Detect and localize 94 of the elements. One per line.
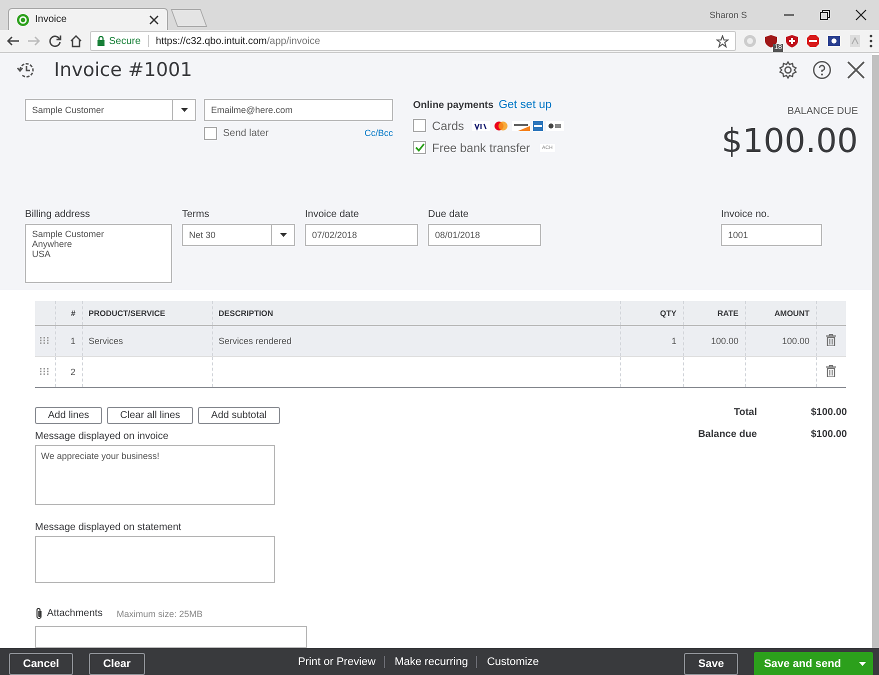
terms-dropdown[interactable]: Net 30 bbox=[182, 224, 295, 246]
close-icon[interactable] bbox=[149, 14, 159, 24]
line-button[interactable]: Add lines bbox=[35, 407, 102, 424]
field-label: Invoice date bbox=[305, 208, 360, 220]
invoice-title: Invoice #1001 bbox=[54, 59, 192, 82]
total-value: $100.00 bbox=[810, 407, 847, 418]
checkbox[interactable] bbox=[204, 126, 217, 140]
drag-handle-icon[interactable] bbox=[40, 337, 50, 344]
total-label: Total bbox=[734, 407, 757, 418]
table-cell[interactable]: 100.00 bbox=[745, 326, 816, 356]
column-header: RATE bbox=[683, 301, 745, 326]
table-cell[interactable]: Services bbox=[82, 326, 212, 356]
back-icon[interactable] bbox=[6, 34, 20, 48]
secure-label: Secure bbox=[109, 36, 141, 46]
field-label: Billing address bbox=[25, 208, 92, 220]
address-bar[interactable]: Secure https://c32.qbo.intuit.com/app/invoice bbox=[90, 31, 736, 51]
table-cell: 1 bbox=[55, 326, 82, 356]
invoice-number-field[interactable]: 1001 bbox=[721, 224, 822, 246]
message-field[interactable]: We appreciate your business! bbox=[35, 445, 275, 505]
shield-icon[interactable] bbox=[785, 34, 799, 48]
tab-title: Invoice bbox=[35, 14, 68, 25]
reload-icon[interactable] bbox=[48, 34, 62, 48]
scrollbar[interactable] bbox=[872, 55, 879, 648]
footer-link[interactable]: Print or Preview bbox=[290, 656, 376, 668]
table-cell[interactable]: 100.00 bbox=[683, 326, 745, 356]
checkbox[interactable] bbox=[413, 141, 426, 154]
message-field[interactable] bbox=[35, 536, 275, 583]
column-header: AMOUNT bbox=[745, 301, 816, 326]
card-logo-icon bbox=[493, 120, 510, 131]
caret-icon bbox=[858, 662, 866, 666]
total-label: Balance due bbox=[698, 429, 757, 440]
column-header: DESCRIPTION bbox=[212, 301, 620, 326]
close-icon[interactable] bbox=[855, 9, 867, 21]
trash-icon[interactable] bbox=[826, 334, 836, 346]
footer-button[interactable]: Cancel bbox=[9, 652, 74, 674]
checkbox-label: Send later bbox=[223, 128, 269, 139]
column-header: PRODUCT/SERVICE bbox=[82, 301, 212, 326]
footer-button[interactable]: Clear bbox=[89, 652, 145, 674]
line-button[interactable]: Clear all lines bbox=[107, 407, 194, 424]
address-field[interactable]: Sample Customer Anywhere USA bbox=[25, 224, 172, 283]
caret-icon bbox=[180, 108, 188, 112]
table-cell[interactable]: Services rendered bbox=[212, 326, 620, 356]
home-icon[interactable] bbox=[69, 34, 83, 48]
checkbox-label: Cards bbox=[432, 118, 464, 133]
field-label: Due date bbox=[428, 208, 470, 220]
checkbox-label: Free bank transfer bbox=[432, 140, 530, 155]
column-header: # bbox=[55, 301, 82, 326]
field-label: Message displayed on statement bbox=[35, 522, 182, 533]
section-label: Online payments bbox=[413, 100, 494, 111]
card-logo-icon bbox=[472, 120, 490, 131]
table-cell[interactable]: 1 bbox=[620, 326, 683, 356]
url-text: https://c32.qbo.intuit.com/app/invoice bbox=[156, 36, 320, 46]
card-logo-icon bbox=[512, 120, 530, 131]
caret-icon bbox=[280, 232, 286, 237]
field-label: Invoice no. bbox=[721, 208, 770, 220]
drag-handle-icon[interactable] bbox=[40, 368, 50, 375]
lock-icon bbox=[97, 36, 105, 46]
settings-icon[interactable] bbox=[778, 60, 798, 80]
paperclip-icon bbox=[35, 607, 43, 620]
cc-bcc-link[interactable]: Cc/Bcc bbox=[364, 128, 393, 138]
email-field[interactable]: Emailme@here.com bbox=[204, 98, 393, 121]
attachments-hint: Maximum size: 25MB bbox=[116, 608, 203, 618]
footer-link[interactable]: Make recurring bbox=[384, 656, 468, 668]
balance-label: BALANCE DUE bbox=[786, 106, 858, 117]
restore-icon[interactable] bbox=[819, 9, 831, 21]
card-logo-icon bbox=[533, 120, 544, 131]
balance-amount: $100.00 bbox=[722, 120, 858, 160]
field-label: Message displayed on invoice bbox=[35, 431, 170, 442]
close-icon[interactable] bbox=[846, 60, 866, 80]
footer-link[interactable]: Customize bbox=[476, 656, 539, 668]
line-button[interactable]: Add subtotal bbox=[198, 407, 280, 424]
column-header: QTY bbox=[620, 301, 683, 326]
trash-icon[interactable] bbox=[826, 365, 836, 377]
more-icon[interactable] bbox=[869, 34, 873, 48]
browser-tab[interactable]: Invoice bbox=[8, 8, 168, 30]
customer-dropdown[interactable]: Sample Customer bbox=[25, 98, 196, 121]
help-icon[interactable] bbox=[812, 60, 832, 80]
screenshot-icon[interactable] bbox=[827, 34, 841, 48]
qb-logo-icon bbox=[17, 14, 29, 26]
field-label: Terms bbox=[182, 208, 210, 220]
check-icon bbox=[414, 143, 424, 152]
table-cell: 2 bbox=[55, 356, 82, 388]
history-icon[interactable] bbox=[16, 60, 36, 80]
date-field[interactable]: 07/02/2018 bbox=[305, 224, 418, 246]
get-set-up-link[interactable]: Get set up bbox=[498, 98, 552, 111]
date-field[interactable]: 08/01/2018 bbox=[428, 224, 541, 246]
profile-name[interactable]: Sharon S bbox=[709, 10, 747, 20]
star-icon[interactable] bbox=[716, 34, 729, 48]
attachments-label: Attachments bbox=[47, 608, 103, 619]
checkbox[interactable] bbox=[413, 119, 426, 132]
card-logo-icon bbox=[546, 120, 564, 131]
stop-sign-icon[interactable] bbox=[806, 34, 820, 48]
total-value: $100.00 bbox=[810, 429, 847, 440]
save-button[interactable]: Save bbox=[684, 652, 738, 674]
